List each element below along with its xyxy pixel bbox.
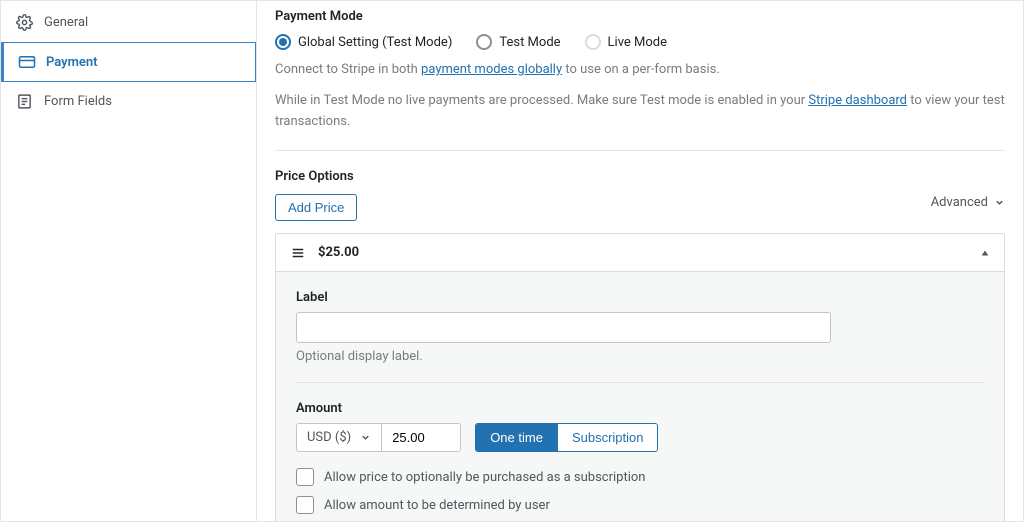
payment-mode-note: While in Test Mode no live payments are … xyxy=(275,91,1005,133)
sidebar-item-label: Payment xyxy=(46,55,98,70)
radio-icon xyxy=(585,34,601,50)
payment-mode-title: Payment Mode xyxy=(275,9,1005,24)
currency-value: USD ($) xyxy=(307,430,351,445)
payment-mode-radio-group: Global Setting (Test Mode) Test Mode Liv… xyxy=(275,34,1005,50)
sidebar-item-general[interactable]: General xyxy=(1,3,256,42)
price-amount-display: $25.00 xyxy=(318,245,359,260)
form-icon xyxy=(16,93,34,110)
currency-select[interactable]: USD ($) xyxy=(297,424,382,451)
advanced-toggle[interactable]: Advanced xyxy=(931,195,1005,210)
amount-field-title: Amount xyxy=(296,401,984,416)
helper-text: Connect to Stripe in both xyxy=(275,62,421,77)
radio-live-mode[interactable]: Live Mode xyxy=(585,34,667,50)
chevron-down-icon xyxy=(360,432,371,443)
sidebar-item-payment[interactable]: Payment xyxy=(1,42,256,82)
collapse-icon[interactable] xyxy=(980,248,990,258)
note-text: While in Test Mode no live payments are … xyxy=(275,93,808,108)
payment-mode-helper: Connect to Stripe in both payment modes … xyxy=(275,60,1005,81)
billing-type-toggle: One time Subscription xyxy=(475,423,658,452)
stripe-dashboard-link[interactable]: Stripe dashboard xyxy=(808,93,907,108)
add-price-button[interactable]: Add Price xyxy=(275,194,357,221)
radio-icon xyxy=(476,34,492,50)
radio-label: Test Mode xyxy=(499,35,560,50)
sidebar-item-form-fields[interactable]: Form Fields xyxy=(1,82,256,121)
radio-label: Global Setting (Test Mode) xyxy=(298,35,452,50)
checkbox-label: Allow amount to be determined by user xyxy=(324,498,550,513)
label-hint: Optional display label. xyxy=(296,349,984,364)
checkbox-icon xyxy=(296,468,314,486)
radio-label: Live Mode xyxy=(608,35,667,50)
allow-user-amount-checkbox[interactable]: Allow amount to be determined by user xyxy=(296,496,984,514)
radio-test-mode[interactable]: Test Mode xyxy=(476,34,560,50)
sidebar-item-label: General xyxy=(44,15,88,30)
price-options-title: Price Options xyxy=(275,169,357,184)
main-panel: Payment Mode Global Setting (Test Mode) … xyxy=(257,1,1023,521)
advanced-label: Advanced xyxy=(931,195,988,210)
radio-global-setting[interactable]: Global Setting (Test Mode) xyxy=(275,34,452,50)
amount-input[interactable] xyxy=(382,424,460,451)
radio-icon xyxy=(275,34,291,50)
subscription-button[interactable]: Subscription xyxy=(557,424,658,451)
price-card: $25.00 Label Optional display label. Amo… xyxy=(275,233,1005,521)
allow-subscription-checkbox[interactable]: Allow price to optionally be purchased a… xyxy=(296,468,984,486)
payment-modes-link[interactable]: payment modes globally xyxy=(421,62,562,77)
price-card-header[interactable]: $25.00 xyxy=(276,234,1004,271)
gear-icon xyxy=(16,14,34,31)
amount-input-group: USD ($) xyxy=(296,423,461,452)
drag-handle-icon[interactable] xyxy=(290,246,306,260)
settings-sidebar: General Payment Form Fields xyxy=(1,1,257,521)
divider xyxy=(275,150,1005,151)
checkbox-label: Allow price to optionally be purchased a… xyxy=(324,470,645,485)
one-time-button[interactable]: One time xyxy=(476,424,557,451)
chevron-down-icon xyxy=(994,197,1005,208)
helper-text: to use on a per-form basis. xyxy=(562,62,720,77)
label-field-title: Label xyxy=(296,290,984,305)
checkbox-icon xyxy=(296,496,314,514)
label-input[interactable] xyxy=(296,312,831,343)
credit-card-icon xyxy=(18,53,36,71)
divider xyxy=(296,382,984,383)
price-card-body: Label Optional display label. Amount USD… xyxy=(276,271,1004,521)
sidebar-item-label: Form Fields xyxy=(44,94,112,109)
